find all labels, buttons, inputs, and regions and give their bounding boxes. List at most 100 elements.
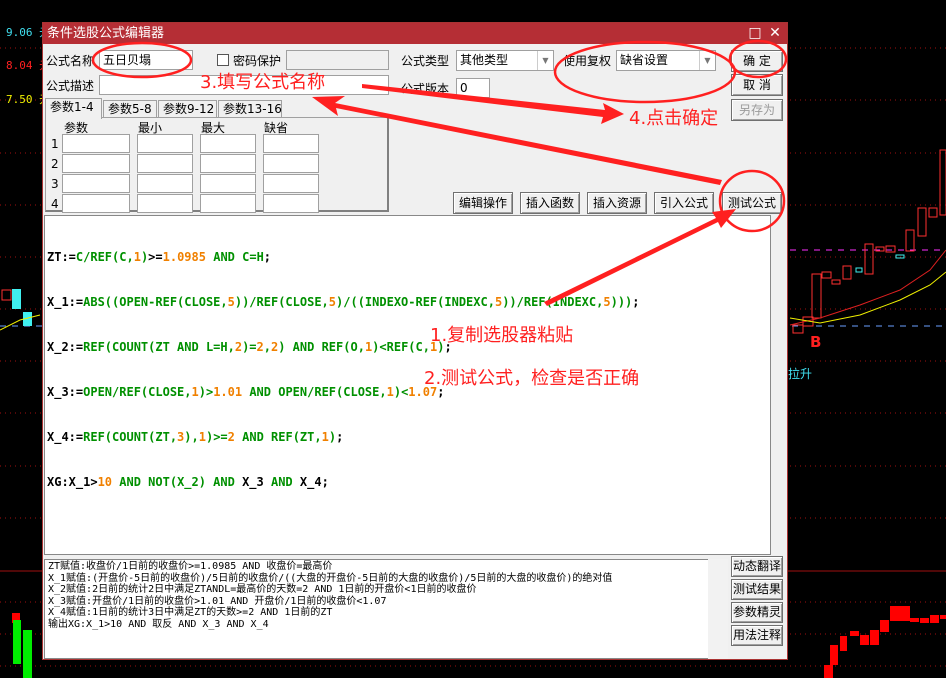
annotation-step3: 3.填写公式名称	[200, 72, 326, 93]
volume-bar	[850, 631, 859, 636]
param-panel: 参数 最小 最大 缺省 1 2 3 4	[45, 117, 389, 213]
editor-scrollbar[interactable]	[772, 215, 786, 555]
param-cell-min[interactable]	[137, 134, 193, 153]
tab-params-1-4[interactable]: 参数1-4	[45, 98, 102, 119]
insert-resource-button[interactable]: 插入资源	[587, 192, 647, 214]
volume-bar	[23, 630, 32, 678]
chevron-down-icon: ▼	[699, 51, 715, 70]
candle	[831, 279, 841, 285]
param-cell-default[interactable]	[263, 134, 319, 153]
dialog-title: 条件选股公式编辑器	[47, 26, 165, 41]
formula-code-editor[interactable]: ZT:=C/REF(C,1)>=1.0985 AND C=H; X_1:=ABS…	[44, 215, 771, 555]
volume-bar	[870, 630, 879, 645]
translation-text: ZT赋值:收盘价/1日前的收盘价>=1.0985 AND 收盘价=最高价 X_1赋…	[48, 561, 612, 630]
param-cell-min[interactable]	[137, 174, 193, 193]
param-cell-min[interactable]	[137, 154, 193, 173]
translation-scrollbar[interactable]	[708, 559, 728, 659]
candle	[12, 289, 21, 309]
translation-line: X_4赋值:1日前的统计3日中满足ZT的天数>=2 AND 1日前的ZT	[48, 607, 333, 618]
formula-type-label: 公式类型	[401, 54, 450, 68]
candle	[1, 289, 12, 301]
tab-params-5-8[interactable]: 参数5-8	[103, 100, 157, 118]
code-line: ZT:=C/REF(C,1)>=1.0985 AND C=H;	[47, 250, 272, 264]
candle	[864, 243, 874, 275]
formula-desc-label: 公式描述	[46, 79, 95, 93]
formula-name-label: 公式名称	[46, 54, 95, 68]
code-line: X_1:=ABS((OPEN-REF(CLOSE,5))/REF(CLOSE,5…	[47, 295, 640, 309]
rights-select[interactable]: 缺省设置 ▼	[616, 50, 716, 71]
version-label: 公式版本	[401, 82, 450, 96]
volume-bar	[900, 606, 910, 621]
translation-line: ZT赋值:收盘价/1日前的收盘价>=1.0985 AND 收盘价=最高价	[48, 561, 333, 572]
candle	[928, 207, 938, 218]
annotation-step2: 2.测试公式，检查是否正确	[424, 368, 640, 389]
ma-line-left	[0, 314, 41, 331]
param-cell-default[interactable]	[263, 154, 319, 173]
dynamic-translate-button[interactable]: 动态翻译	[731, 556, 783, 577]
chevron-down-icon: ▼	[537, 51, 553, 70]
maximize-icon[interactable]: □	[745, 23, 765, 44]
version-input[interactable]: 0	[456, 78, 490, 98]
translation-line: X_2赋值:2日前的统计2日中满足ZTANDL=最高价的天数=2 AND 1日前…	[48, 584, 477, 595]
param-cell-name[interactable]	[62, 134, 130, 153]
volume-bar	[890, 606, 900, 621]
formula-name-input[interactable]: 五日贝塌	[99, 50, 193, 70]
password-label: 密码保护	[233, 54, 282, 68]
test-formula-button[interactable]: 测试公式	[722, 192, 782, 214]
param-cell-max[interactable]	[200, 174, 256, 193]
annotation-step4: 4.点击确定	[629, 108, 719, 129]
candle	[885, 245, 896, 253]
param-cell-name[interactable]	[62, 154, 130, 173]
formula-type-select[interactable]: 其他类型 ▼	[456, 50, 554, 71]
volume-bar	[860, 635, 869, 645]
param-cell-max[interactable]	[200, 154, 256, 173]
save-as-button[interactable]: 另存为	[731, 99, 783, 121]
volume-bar	[910, 618, 919, 622]
candle	[917, 207, 927, 237]
volume-bar	[920, 618, 929, 623]
chart-marker-text: 拉升	[788, 367, 813, 381]
param-cell-min[interactable]	[137, 194, 193, 213]
password-input[interactable]	[286, 50, 389, 70]
volume-bar	[930, 615, 939, 623]
ok-button[interactable]: 确 定	[731, 50, 783, 72]
param-cell-max[interactable]	[200, 134, 256, 153]
param-wizard-button[interactable]: 参数精灵	[731, 602, 783, 623]
password-checkbox[interactable]	[217, 54, 229, 66]
param-row-label: 2	[51, 157, 59, 171]
param-cell-name[interactable]	[62, 174, 130, 193]
translation-line: X_3赋值:开盘价/1日前的收盘价>1.01 AND 开盘价/1日前的收盘价<1…	[48, 595, 387, 607]
insert-function-button[interactable]: 插入函数	[520, 192, 580, 214]
param-row-label: 1	[51, 137, 59, 151]
edit-ops-button[interactable]: 编辑操作	[453, 192, 513, 214]
tab-params-13-16[interactable]: 参数13-16	[218, 100, 282, 118]
candle	[855, 267, 863, 273]
close-icon[interactable]: ✕	[765, 23, 785, 44]
code-line: XG:X_1>10 AND NOT(X_2) AND X_3 AND X_4;	[47, 475, 329, 489]
dialog-titlebar[interactable]: 条件选股公式编辑器 □ ✕	[43, 23, 787, 44]
translation-line: X_1赋值:(开盘价-5日前的收盘价)/5日前的收盘价/((大盘的开盘价-5日前…	[48, 572, 613, 584]
volume-bar	[824, 665, 833, 678]
param-row-label: 3	[51, 177, 59, 191]
tab-params-9-12[interactable]: 参数9-12	[158, 100, 217, 118]
ma-line-short	[789, 249, 946, 326]
ma-line-long	[789, 271, 946, 324]
volume-bar	[830, 645, 838, 665]
import-formula-button[interactable]: 引入公式	[654, 192, 714, 214]
param-cell-default[interactable]	[263, 194, 319, 213]
code-line: X_4:=REF(COUNT(ZT,3),1)>=2 AND REF(ZT,1)…	[47, 430, 344, 444]
param-cell-max[interactable]	[200, 194, 256, 213]
candle	[842, 265, 852, 280]
param-cell-default[interactable]	[263, 174, 319, 193]
usage-notes-button[interactable]: 用法注释	[731, 625, 783, 646]
volume-bar	[940, 615, 946, 619]
test-result-button[interactable]: 测试结果	[731, 579, 783, 600]
rights-label: 使用复权	[563, 54, 612, 68]
volume-bar	[13, 620, 21, 664]
candle	[905, 229, 915, 252]
buy-marker: B	[810, 333, 822, 351]
translation-line: 输出XG:X_1>10 AND 取反 AND X_3 AND X_4	[48, 618, 269, 630]
param-cell-name[interactable]	[62, 194, 130, 213]
cancel-button[interactable]: 取 消	[731, 74, 783, 96]
volume-bar	[880, 620, 889, 632]
